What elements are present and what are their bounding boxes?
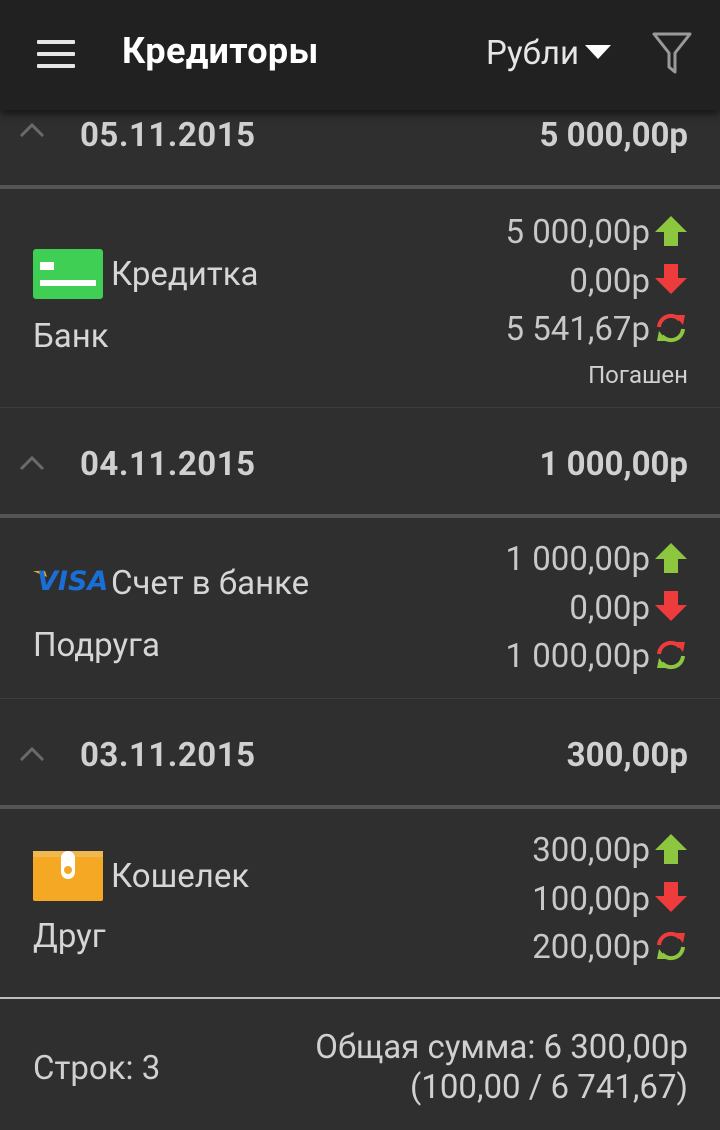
amount-out: 100,00р — [532, 880, 650, 919]
refresh-icon — [657, 931, 685, 961]
arrow-down-icon — [655, 264, 687, 294]
person-name: Банк — [33, 317, 109, 356]
account-name: Счет в банке — [111, 563, 310, 603]
person-name: Друг — [33, 917, 106, 956]
group-date: 05.11.2015 — [80, 116, 256, 155]
amount-in: 5 000,00р — [505, 213, 651, 252]
list-item[interactable]: Кредитка Банк 5 000,00р 0,00р 5 541,67р … — [0, 189, 720, 407]
amount-out: 0,00р — [569, 589, 650, 628]
balance-amount: 200,00р — [532, 928, 650, 967]
person-name: Подруга — [33, 626, 160, 665]
status-badge: Погашен — [588, 361, 688, 389]
group-total: 300,00р — [566, 736, 688, 775]
group-header-04-11-2015[interactable]: 04.11.2015 1 000,00р — [0, 408, 720, 514]
group-header-05-11-2015[interactable]: 05.11.2015 5 000,00р — [0, 110, 720, 185]
account-name: Кредитка — [111, 254, 259, 294]
filter-icon[interactable] — [652, 32, 692, 76]
amount-in: 1 000,00р — [505, 540, 651, 579]
chevron-up-icon[interactable] — [18, 454, 46, 472]
summary-footer: Строк: 3 Общая сумма: 6 300,00р (100,00 … — [0, 997, 720, 1130]
chevron-up-icon[interactable] — [18, 745, 46, 763]
group-date: 03.11.2015 — [80, 736, 256, 775]
page-title: Кредиторы — [122, 30, 319, 72]
visa-icon: VISA — [33, 563, 108, 603]
list-item[interactable]: VISA Счет в банке Подруга 1 000,00р 0,00… — [0, 518, 720, 698]
amount-out: 0,00р — [569, 262, 650, 301]
divider — [0, 997, 720, 999]
balance-amount: 1 000,00р — [505, 637, 651, 676]
refresh-icon — [657, 313, 685, 343]
credit-card-icon — [33, 249, 103, 299]
refresh-icon — [657, 640, 685, 670]
arrow-down-icon — [655, 882, 687, 912]
currency-label: Рубли — [486, 34, 580, 73]
group-date: 04.11.2015 — [80, 445, 256, 484]
amount-in: 300,00р — [532, 831, 650, 870]
total-sum-label: Общая сумма: 6 300,00р — [315, 1028, 688, 1067]
arrow-up-icon — [655, 834, 687, 864]
chevron-up-icon[interactable] — [18, 121, 46, 139]
chevron-down-icon — [585, 45, 612, 60]
visa-logo-text: VISA — [37, 566, 109, 597]
wallet-icon — [33, 851, 103, 901]
balance-amount: 5 541,67р — [505, 310, 651, 349]
arrow-down-icon — [655, 591, 687, 621]
row-count: Строк: 3 — [33, 1049, 161, 1088]
group-total: 5 000,00р — [539, 116, 688, 155]
total-sum-detail: (100,00 / 6 741,67) — [410, 1068, 688, 1107]
group-header-03-11-2015[interactable]: 03.11.2015 300,00р — [0, 699, 720, 805]
list-item[interactable]: Кошелек Друг 300,00р 100,00р 200,00р — [0, 809, 720, 991]
menu-icon[interactable] — [37, 40, 75, 68]
app-bar: Кредиторы Рубли — [0, 0, 720, 110]
account-name: Кошелек — [111, 856, 250, 896]
arrow-up-icon — [655, 543, 687, 573]
currency-selector[interactable]: Рубли — [486, 34, 612, 73]
arrow-up-icon — [655, 216, 687, 246]
total-sum: Общая сумма: 6 300,00р (100,00 / 6 741,6… — [315, 1028, 688, 1108]
group-total: 1 000,00р — [539, 445, 688, 484]
